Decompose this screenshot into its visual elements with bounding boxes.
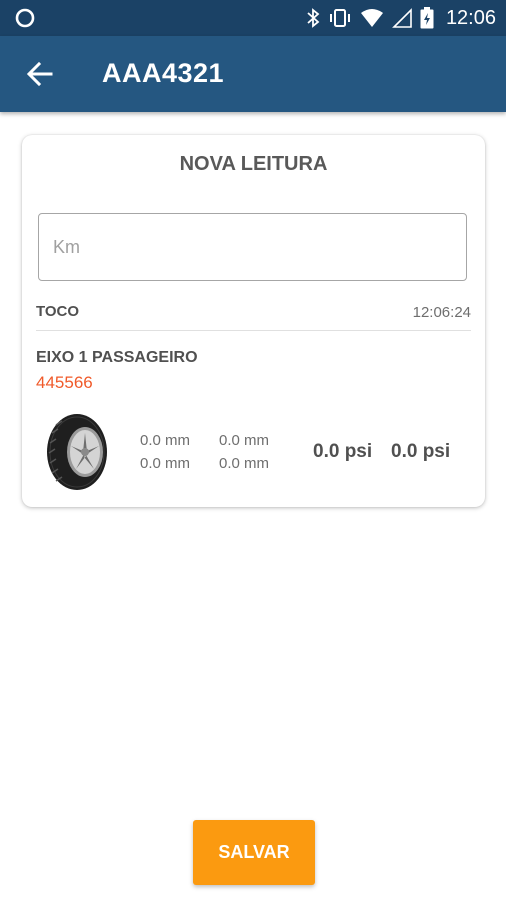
page-title: AAA4321 — [102, 58, 225, 88]
divider — [36, 330, 471, 331]
depth-right-top: 0.0 mm — [219, 432, 270, 449]
tire-icon[interactable] — [44, 411, 110, 493]
arrow-back-icon — [27, 61, 53, 87]
status-bar: 12:06 — [0, 0, 506, 36]
status-time: 12:06 — [445, 6, 496, 29]
depth-left-bottom: 0.0 mm — [140, 455, 191, 472]
app-bar: AAA4321 — [0, 36, 506, 112]
signal-icon — [392, 8, 412, 28]
record-icon — [15, 8, 35, 28]
depth-right-bottom: 0.0 mm — [219, 455, 270, 472]
km-input[interactable] — [38, 213, 467, 281]
reading-card: NOVA LEITURA TOCO 12:06:24 EIXO 1 PASSAG… — [22, 135, 485, 507]
card-title: NOVA LEITURA — [179, 153, 328, 175]
bluetooth-icon — [307, 8, 320, 28]
read-time: 12:06:24 — [412, 304, 471, 321]
axle-code: 445566 — [36, 373, 93, 392]
back-button[interactable] — [20, 54, 60, 94]
vehicle-type-label: TOCO — [36, 303, 80, 320]
vibrate-icon — [329, 9, 350, 27]
save-button[interactable]: SALVAR — [193, 820, 315, 885]
pressure-right: 0.0 psi — [391, 441, 451, 462]
battery-icon — [420, 7, 434, 29]
wifi-icon — [360, 9, 383, 27]
depth-left-top: 0.0 mm — [140, 432, 191, 449]
axle-name: EIXO 1 PASSAGEIRO — [36, 349, 198, 366]
pressure-left: 0.0 psi — [313, 441, 373, 462]
